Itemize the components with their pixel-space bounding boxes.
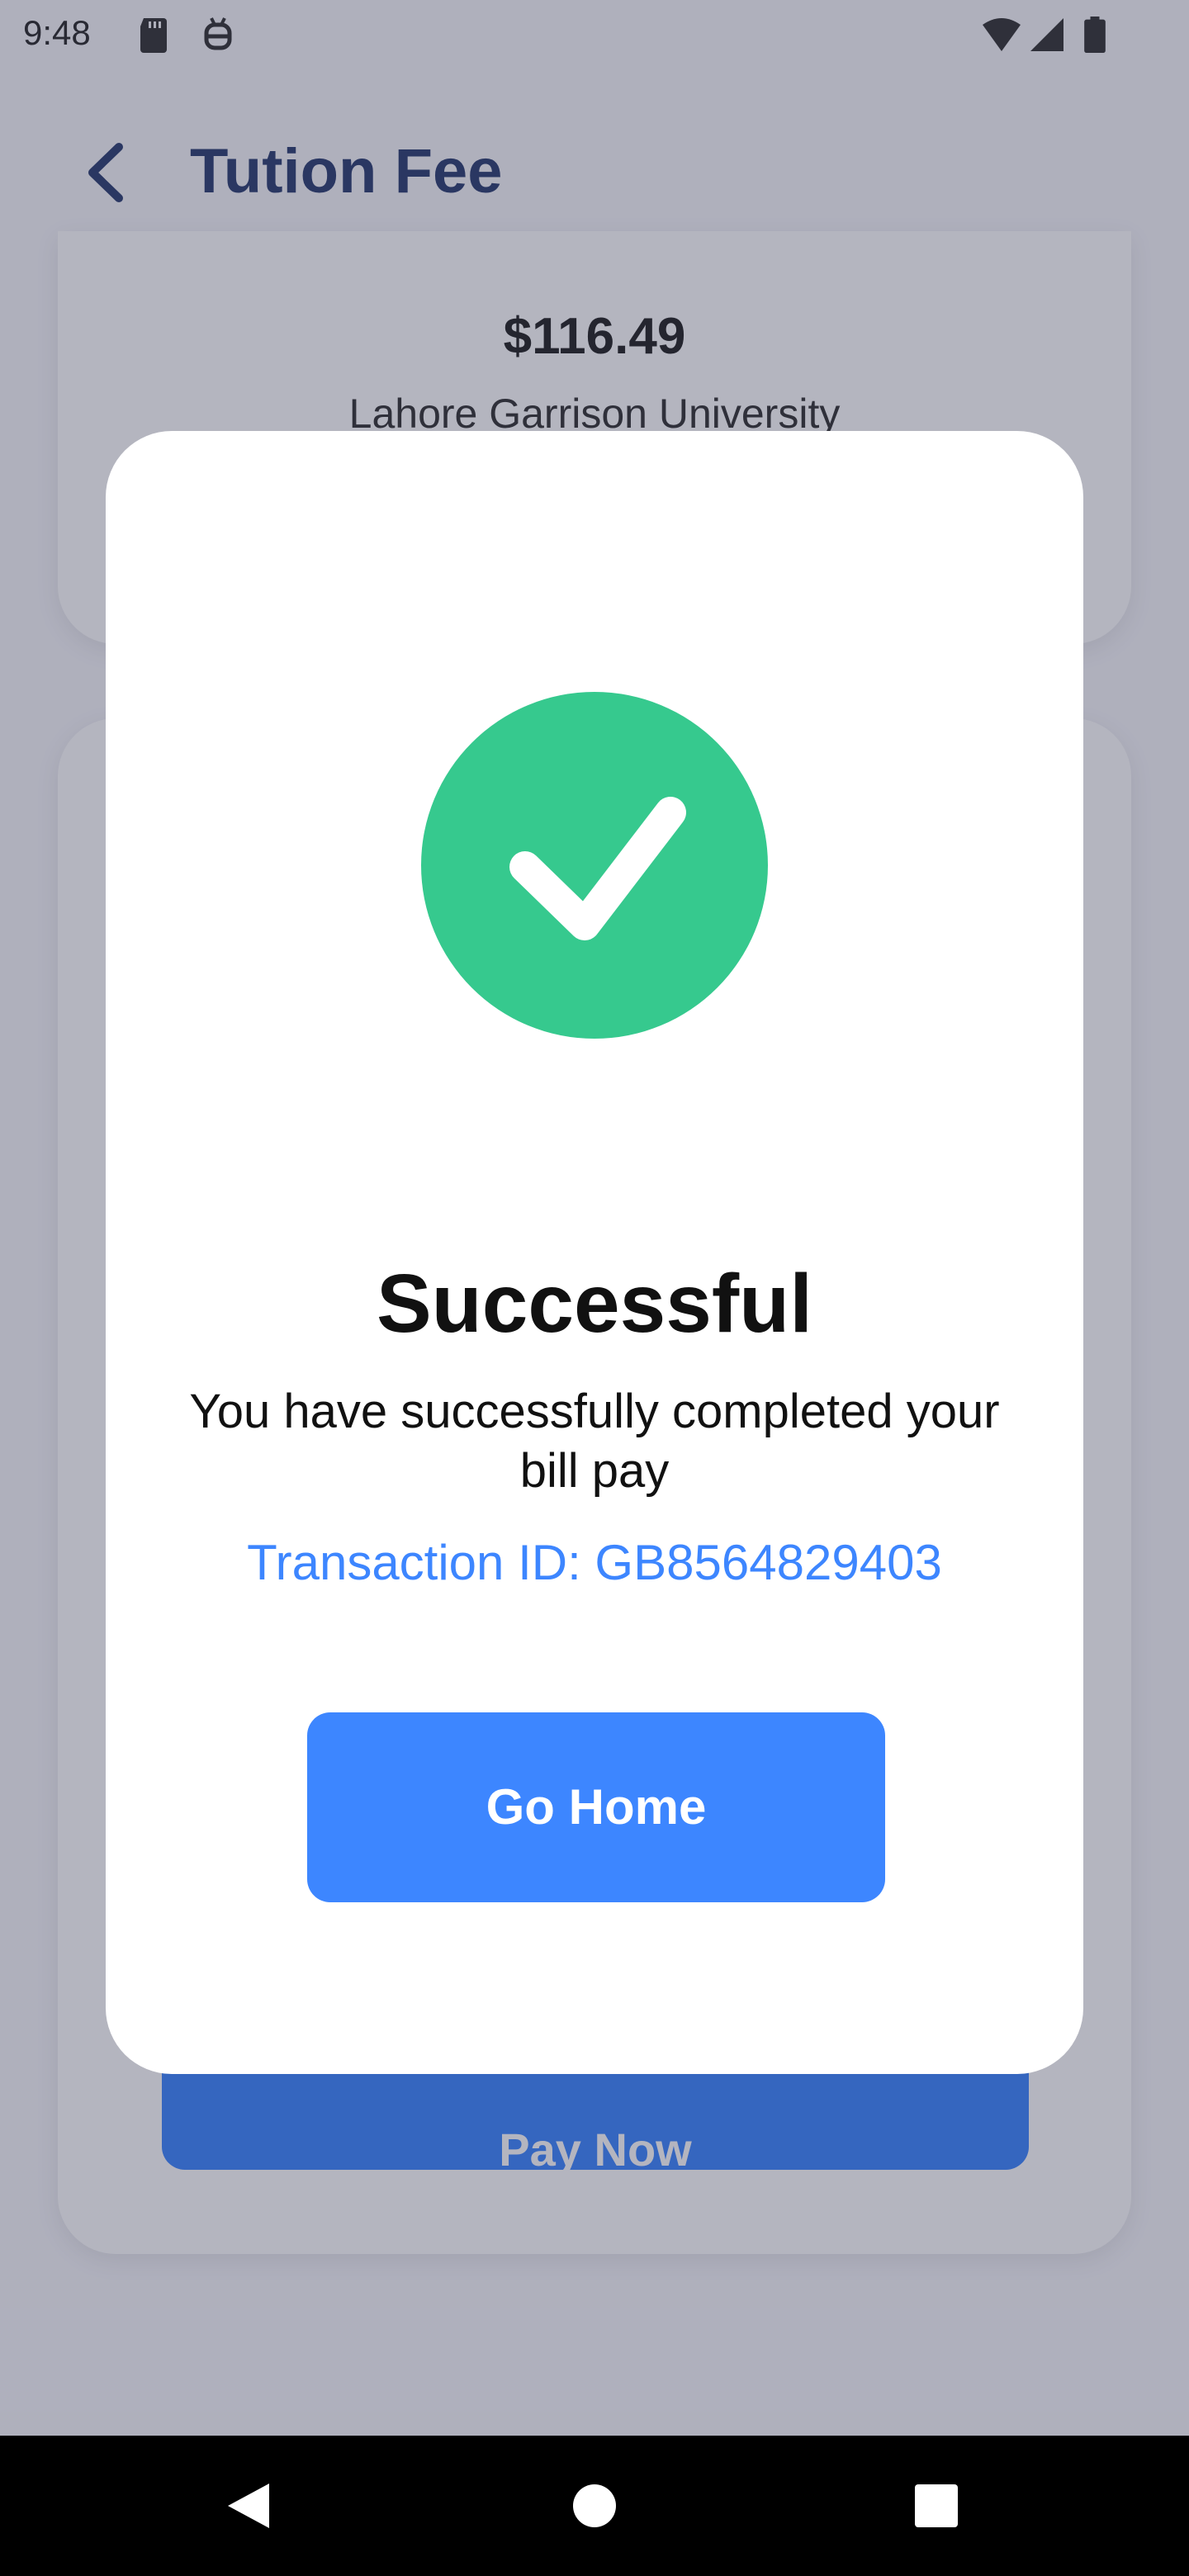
back-triangle-icon[interactable]: [198, 2436, 297, 2576]
transaction-id: Transaction ID: GB8564829403: [247, 1535, 942, 1590]
system-nav-bar: [0, 2436, 1189, 2576]
checkmark-icon: [509, 797, 686, 940]
dialog-title: Successful: [376, 1257, 813, 1350]
dialog-message: You have successfully completed your bil…: [189, 1385, 1000, 1498]
go-home-button[interactable]: Go Home: [307, 1712, 885, 1902]
check-circle-icon: [421, 692, 768, 1039]
success-dialog: Successful You have successfully complet…: [106, 431, 1083, 2074]
recents-square-icon[interactable]: [887, 2436, 986, 2576]
screen: 9:48 Tution Fee $116.49 Lahore Garrison …: [0, 0, 1189, 2576]
home-circle-icon[interactable]: [545, 2436, 644, 2576]
